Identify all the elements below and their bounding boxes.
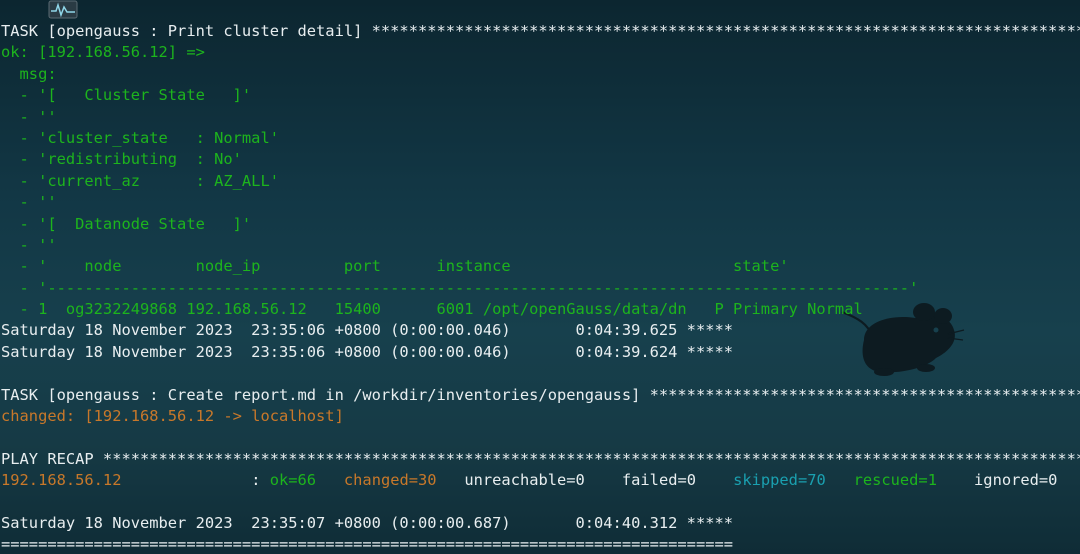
terminal-line: ok: [192.168.56.12] =>: [1, 42, 1080, 63]
terminal-line: 192.168.56.12 : ok=66 changed=30 unreach…: [1, 470, 1080, 491]
terminal-text: - '': [1, 193, 57, 212]
terminal-text: - 1 og3232249868 192.168.56.12 15400 600…: [1, 300, 863, 319]
terminal-text: - 'redistributing : No': [1, 150, 242, 169]
terminal-line: - ' node node_ip port instance state': [1, 256, 1080, 277]
terminal-line: PLAY RECAP *****************************…: [1, 449, 1080, 470]
terminal-text: changed=30: [343, 471, 437, 490]
terminal-line: TASK [opengauss : Create report.md in /w…: [1, 385, 1080, 406]
terminal-line: TASK [opengauss : Print cluster detail] …: [1, 21, 1080, 42]
terminal-text: - 'cluster_state : Normal': [1, 128, 279, 147]
terminal-line: - '[ Cluster State ]': [1, 85, 1080, 106]
terminal-text: ok: [192.168.56.12] =>: [1, 43, 205, 62]
terminal-text: rescued=1: [853, 471, 937, 490]
terminal-line: Saturday 18 November 2023 23:35:06 +0800…: [1, 342, 1080, 363]
terminal-text: - '': [1, 107, 57, 126]
terminal-line: - 'current_az : AZ_ALL': [1, 171, 1080, 192]
terminal-line: Saturday 18 November 2023 23:35:07 +0800…: [1, 513, 1080, 534]
terminal-line: - '-------------------------------------…: [1, 278, 1080, 299]
terminal-line: - '': [1, 235, 1080, 256]
activity-monitor-icon[interactable]: [48, 0, 78, 20]
terminal-line: changed: [192.168.56.12 -> localhost]: [1, 406, 1080, 427]
terminal-line: - '': [1, 192, 1080, 213]
terminal-text: TASK [opengauss : Create report.md in /w…: [1, 385, 1080, 404]
terminal-text: msg:: [1, 64, 57, 83]
terminal-line: msg:: [1, 64, 1080, 85]
terminal-text: changed: [192.168.56.12 -> localhost]: [1, 407, 344, 426]
terminal-line: - 1 og3232249868 192.168.56.12 15400 600…: [1, 299, 1080, 320]
terminal-line: - 'redistributing : No': [1, 149, 1080, 170]
terminal-text: - '[ Datanode State ]': [1, 214, 252, 233]
terminal-text: skipped=70: [733, 471, 826, 490]
terminal-line: - 'cluster_state : Normal': [1, 128, 1080, 149]
terminal-text: - '[ Cluster State ]': [1, 86, 252, 105]
terminal-text: - '-------------------------------------…: [1, 278, 919, 297]
terminal-text: Saturday 18 November 2023 23:35:06 +0800…: [1, 342, 734, 361]
terminal-line: - '[ Datanode State ]': [1, 214, 1080, 235]
terminal-line: ========================================…: [1, 534, 1080, 554]
terminal-text: unreachable=0 failed=0: [436, 471, 734, 490]
terminal-output[interactable]: TASK [opengauss : Print cluster detail] …: [1, 21, 1080, 554]
terminal-text: ========================================…: [1, 535, 734, 554]
terminal-text: - '': [1, 235, 57, 254]
terminal-text: - ' node node_ip port instance state': [1, 257, 789, 276]
terminal-text: :: [121, 471, 270, 490]
terminal-text: - 'current_az : AZ_ALL': [1, 171, 279, 190]
terminal-text: 192.168.56.12: [1, 471, 122, 490]
terminal-text: ok=66: [269, 471, 317, 490]
terminal-line: - '': [1, 107, 1080, 128]
terminal-text: Saturday 18 November 2023 23:35:06 +0800…: [1, 321, 734, 340]
terminal-text: ignored=0: [936, 471, 1058, 490]
terminal-text: Saturday 18 November 2023 23:35:07 +0800…: [1, 513, 734, 532]
terminal-line: Saturday 18 November 2023 23:35:06 +0800…: [1, 320, 1080, 341]
terminal-text: TASK [opengauss : Print cluster detail] …: [1, 22, 1080, 40]
terminal-text: PLAY RECAP *****************************…: [1, 449, 1080, 468]
